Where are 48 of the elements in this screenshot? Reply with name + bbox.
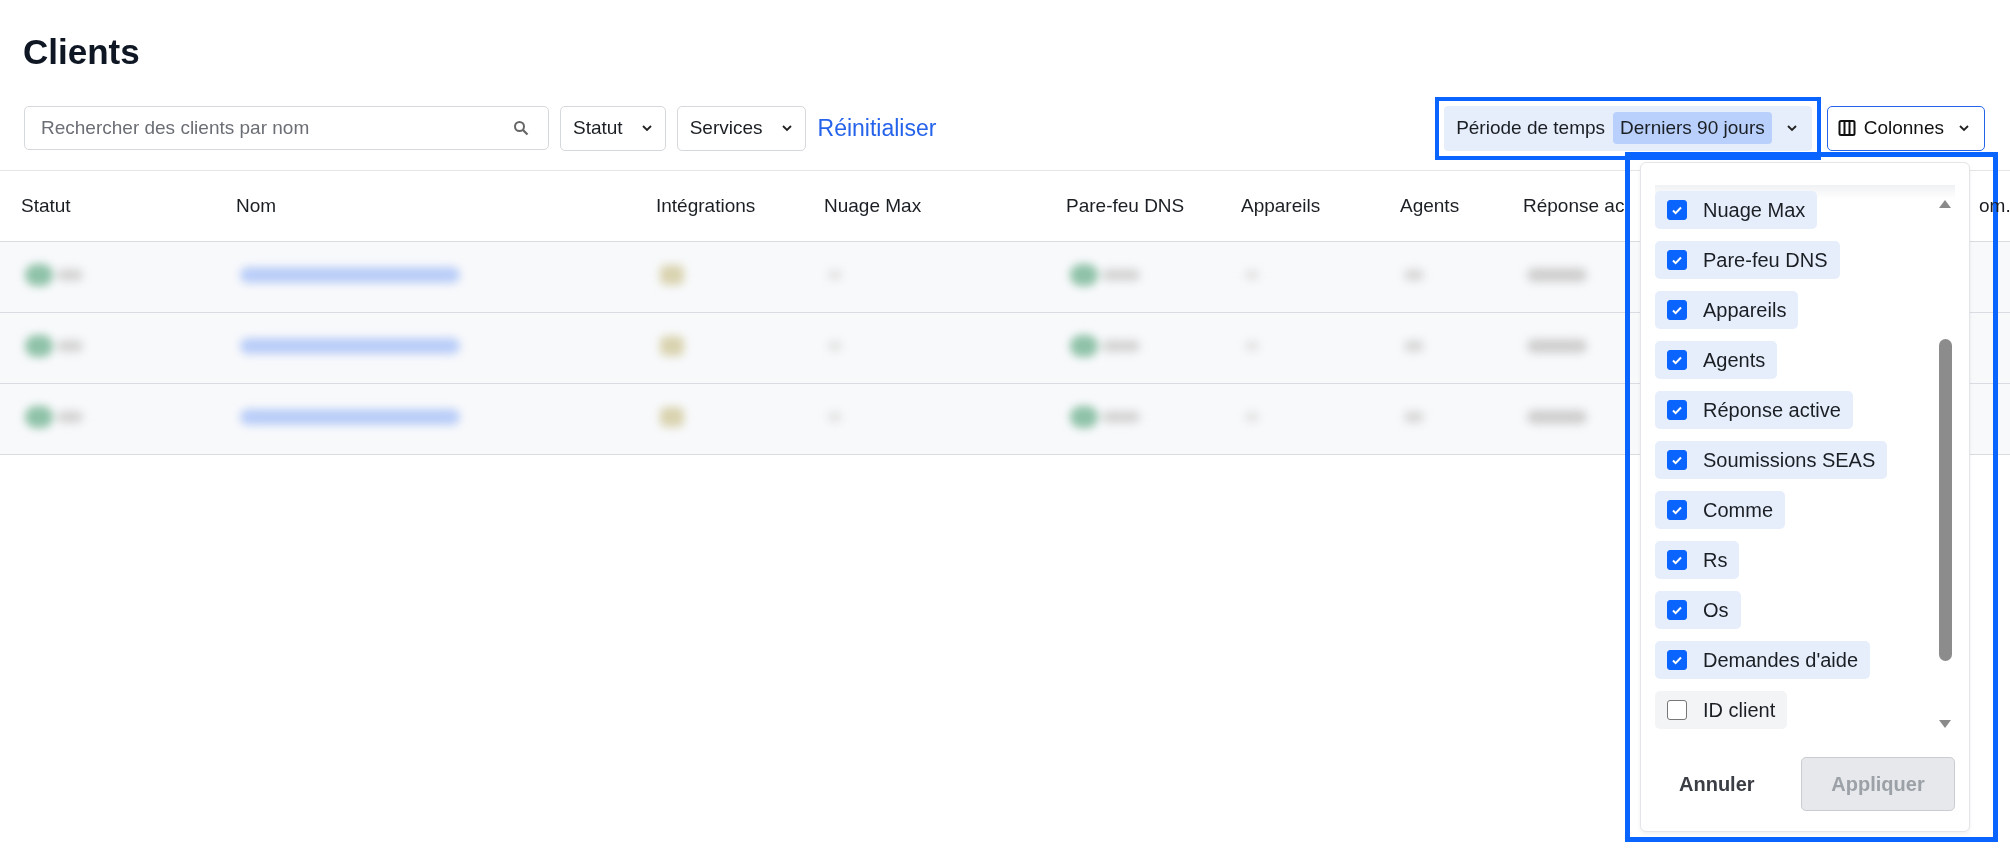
column-option[interactable]: Soumissions SEAS: [1655, 441, 1888, 479]
checkbox[interactable]: [1667, 250, 1687, 270]
column-option[interactable]: Pare-feu DNS: [1655, 241, 1840, 279]
column-header: Pare-feu DNS: [1066, 195, 1185, 216]
column-header: Agents: [1400, 195, 1460, 216]
columns-button[interactable]: Colonnes: [1826, 105, 1985, 151]
chevron-down-icon: [1958, 124, 1970, 132]
column-option[interactable]: Comme: [1655, 491, 1785, 529]
checkbox[interactable]: [1667, 550, 1687, 570]
search-field[interactable]: Rechercher des clients par nom: [24, 106, 549, 150]
checkbox[interactable]: [1667, 500, 1687, 520]
column-option[interactable]: Demandes d'aide: [1655, 641, 1871, 679]
column-option[interactable]: Os: [1655, 591, 1741, 629]
column-header: Nom: [236, 195, 277, 216]
filter-dropdown[interactable]: Statut: [560, 105, 666, 151]
checkbox[interactable]: [1667, 650, 1687, 670]
column-header: Réponse ac: [1523, 195, 1625, 216]
page-title: Clients: [22, 31, 141, 73]
scrollbar-thumb[interactable]: [1938, 339, 1952, 661]
column-header: Appareils: [1241, 195, 1321, 216]
column-header: Statut: [21, 195, 71, 216]
chevron-down-icon: [1785, 124, 1798, 132]
filter-dropdown[interactable]: Services: [676, 105, 806, 151]
period-value: Derniers 90 jours: [1613, 112, 1772, 144]
column-option[interactable]: Nuage Max: [1655, 191, 1818, 229]
search-icon: [513, 120, 529, 136]
checkbox[interactable]: [1667, 200, 1687, 220]
checkbox[interactable]: [1667, 700, 1687, 720]
column-option[interactable]: Réponse active: [1655, 391, 1853, 429]
period-label: Période de temps: [1456, 117, 1606, 139]
time-period-dropdown[interactable]: Période de temps Derniers 90 jours: [1444, 105, 1812, 151]
checkbox[interactable]: [1667, 450, 1687, 470]
reset-link[interactable]: Réinitialiser: [816, 114, 937, 142]
checkbox[interactable]: [1667, 300, 1687, 320]
column-option[interactable]: Rs: [1655, 541, 1740, 579]
column-option[interactable]: Agents: [1655, 341, 1778, 379]
scroll-up-icon[interactable]: [1938, 199, 1952, 209]
column-option[interactable]: Appareils: [1655, 291, 1799, 329]
cancel-button[interactable]: Annuler: [1673, 771, 1761, 797]
columns-icon: [1837, 119, 1856, 137]
checkbox[interactable]: [1667, 350, 1687, 370]
chevron-down-icon: [640, 124, 653, 132]
column-header: Nuage Max: [824, 195, 922, 216]
checkbox[interactable]: [1667, 400, 1687, 420]
checkbox[interactable]: [1667, 600, 1687, 620]
scroll-down-icon[interactable]: [1938, 719, 1952, 729]
column-header: Intégrations: [656, 195, 756, 216]
chevron-down-icon: [780, 124, 793, 132]
